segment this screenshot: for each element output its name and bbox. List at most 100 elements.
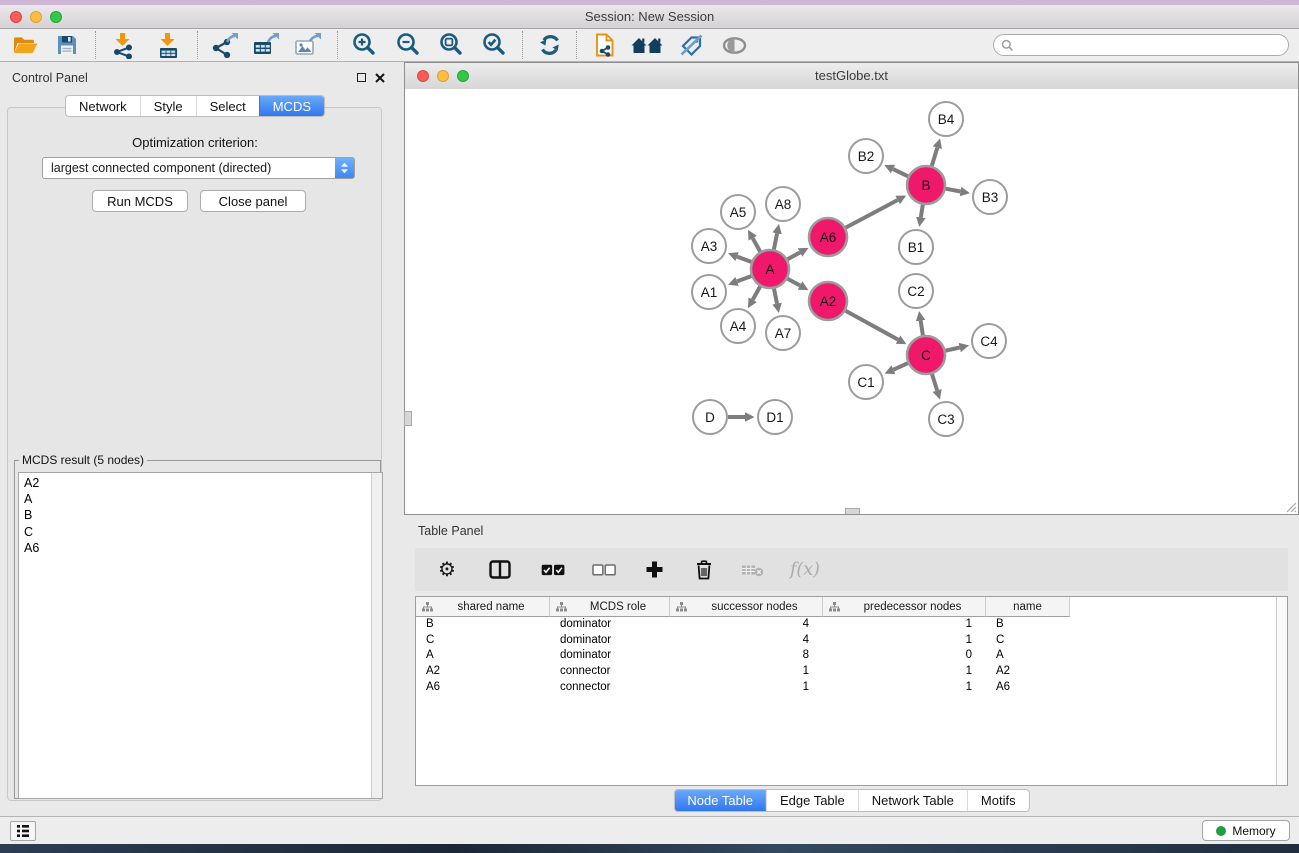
table-scrollbar[interactable] (1276, 597, 1287, 785)
graph-node-a6[interactable]: A6 (809, 218, 847, 256)
result-scrollbar[interactable] (371, 473, 382, 798)
table-row[interactable]: Cdominator41C (416, 633, 1287, 649)
import-network-button[interactable] (110, 32, 136, 59)
graph-node-b3[interactable]: B3 (973, 180, 1007, 214)
tab-mcds[interactable]: MCDS (259, 96, 324, 116)
table-row[interactable]: Bdominator41B (416, 617, 1287, 633)
new-network-from-selection-button[interactable] (593, 31, 618, 59)
column-header-name[interactable]: name (986, 597, 1070, 617)
save-session-button[interactable] (55, 33, 79, 57)
result-item-b[interactable]: B (24, 507, 366, 523)
search-input[interactable] (1014, 36, 1280, 54)
search-field[interactable] (993, 34, 1289, 56)
add-column-button[interactable] (639, 555, 670, 585)
column-header-shared-name[interactable]: shared name (416, 597, 550, 617)
svg-text:C: C (921, 348, 931, 363)
export-table-button[interactable] (252, 32, 280, 58)
tab-edge-table[interactable]: Edge Table (766, 790, 858, 811)
table-panel: Table Panel ⚙ (404, 515, 1299, 816)
export-image-button[interactable] (294, 32, 322, 58)
export-network-button[interactable] (210, 32, 238, 58)
run-mcds-button[interactable]: Run MCDS (92, 190, 188, 212)
plus-icon (645, 560, 664, 579)
svg-text:C4: C4 (980, 334, 998, 349)
deselect-all-rows-button[interactable] (586, 555, 622, 585)
graph-node-c[interactable]: C (907, 336, 945, 374)
open-session-button[interactable] (12, 33, 39, 57)
graph-node-a3[interactable]: A3 (692, 229, 726, 263)
memory-button[interactable]: Memory (1202, 820, 1290, 841)
float-panel-icon[interactable] (357, 73, 366, 82)
graph-node-c3[interactable]: C3 (929, 402, 963, 436)
tab-node-table[interactable]: Node Table (674, 790, 766, 811)
graph-node-a4[interactable]: A4 (721, 309, 755, 343)
zoom-fit-button[interactable] (437, 31, 465, 59)
trash-icon (695, 559, 713, 580)
deselect-all-icon (592, 564, 616, 576)
tab-motifs[interactable]: Motifs (967, 790, 1029, 811)
table-row[interactable]: Adominator80A (416, 648, 1287, 664)
graph-node-a7[interactable]: A7 (766, 316, 800, 350)
resize-grip-icon[interactable] (1286, 502, 1297, 513)
refresh-view-button[interactable] (537, 32, 563, 58)
graph-node-c2[interactable]: C2 (899, 274, 933, 308)
tab-style[interactable]: Style (140, 96, 196, 116)
cell-shared-name: A2 (416, 664, 550, 680)
result-item-a2[interactable]: A2 (24, 475, 366, 491)
delete-table-button[interactable] (735, 555, 770, 585)
canvas-hscroll-thumb[interactable] (845, 508, 860, 514)
network-window-titlebar: testGlobe.txt (405, 63, 1298, 90)
graph-node-b2[interactable]: B2 (849, 139, 883, 173)
import-table-button[interactable] (155, 32, 181, 59)
cell-shared-name: A6 (416, 680, 550, 696)
column-header-mcds-role[interactable]: MCDS role (550, 597, 670, 617)
tab-network-table[interactable]: Network Table (858, 790, 967, 811)
show-hide-graphics-details-button[interactable] (719, 34, 750, 57)
canvas-vscroll-thumb[interactable] (404, 411, 412, 426)
svg-text:B1: B1 (908, 240, 925, 255)
graph-node-c1[interactable]: C1 (849, 365, 883, 399)
shared-column-icon (829, 602, 840, 612)
zoom-out-button[interactable] (394, 31, 422, 59)
result-item-c[interactable]: C (24, 524, 366, 540)
graph-node-a1[interactable]: A1 (692, 275, 726, 309)
tab-network[interactable]: Network (66, 96, 140, 116)
result-item-a6[interactable]: A6 (24, 540, 366, 556)
table-settings-button[interactable]: ⚙ (432, 555, 462, 585)
split-table-view-button[interactable] (483, 555, 517, 585)
mcds-result-list: A2ABCA6 (19, 473, 371, 798)
graph-node-d[interactable]: D (693, 400, 727, 434)
zoom-selected-button[interactable] (480, 31, 508, 59)
result-item-a[interactable]: A (24, 491, 366, 507)
open-folder-icon (12, 33, 39, 57)
tab-select[interactable]: Select (196, 96, 259, 116)
table-row[interactable]: A6connector11A6 (416, 680, 1287, 696)
table-row[interactable]: A2connector11A2 (416, 664, 1287, 680)
graph-node-a8[interactable]: A8 (766, 187, 800, 221)
network-canvas[interactable]: B4 B2 B B3 B1 A5 A8 A6 A3 A A1 C2 A2 A4 A7 C C4 C1 C3 D D1 (405, 89, 1298, 514)
show-panel-list-button[interactable] (10, 821, 36, 841)
zoom-in-button[interactable] (350, 31, 378, 59)
graph-node-b1[interactable]: B1 (899, 230, 933, 264)
graph-node-a[interactable]: A (751, 250, 789, 288)
graph-node-d1[interactable]: D1 (758, 400, 792, 434)
apply-preferred-layout-button[interactable] (630, 33, 664, 57)
cell-mcds-role: connector (550, 664, 670, 680)
close-panel-icon[interactable] (375, 73, 385, 83)
column-header-successor-nodes[interactable]: successor nodes (670, 597, 823, 617)
graph-node-a5[interactable]: A5 (721, 195, 755, 229)
graph-node-b4[interactable]: B4 (929, 102, 963, 136)
criterion-dropdown[interactable]: largest connected component (directed) (42, 157, 355, 179)
select-all-rows-button[interactable] (535, 555, 571, 585)
function-builder-button[interactable]: f(x) (784, 555, 826, 585)
network-window-title: testGlobe.txt (405, 68, 1298, 83)
close-panel-button[interactable]: Close panel (200, 190, 306, 212)
delete-column-button[interactable] (689, 555, 719, 585)
graph-node-b[interactable]: B (907, 166, 945, 204)
show-hide-node-labels-button[interactable] (678, 33, 706, 58)
graph-node-a2[interactable]: A2 (809, 282, 847, 320)
svg-text:A1: A1 (701, 285, 718, 300)
column-header-predecessor-nodes[interactable]: predecessor nodes (823, 597, 986, 617)
graph-node-c4[interactable]: C4 (972, 324, 1006, 358)
svg-text:C2: C2 (907, 284, 924, 299)
